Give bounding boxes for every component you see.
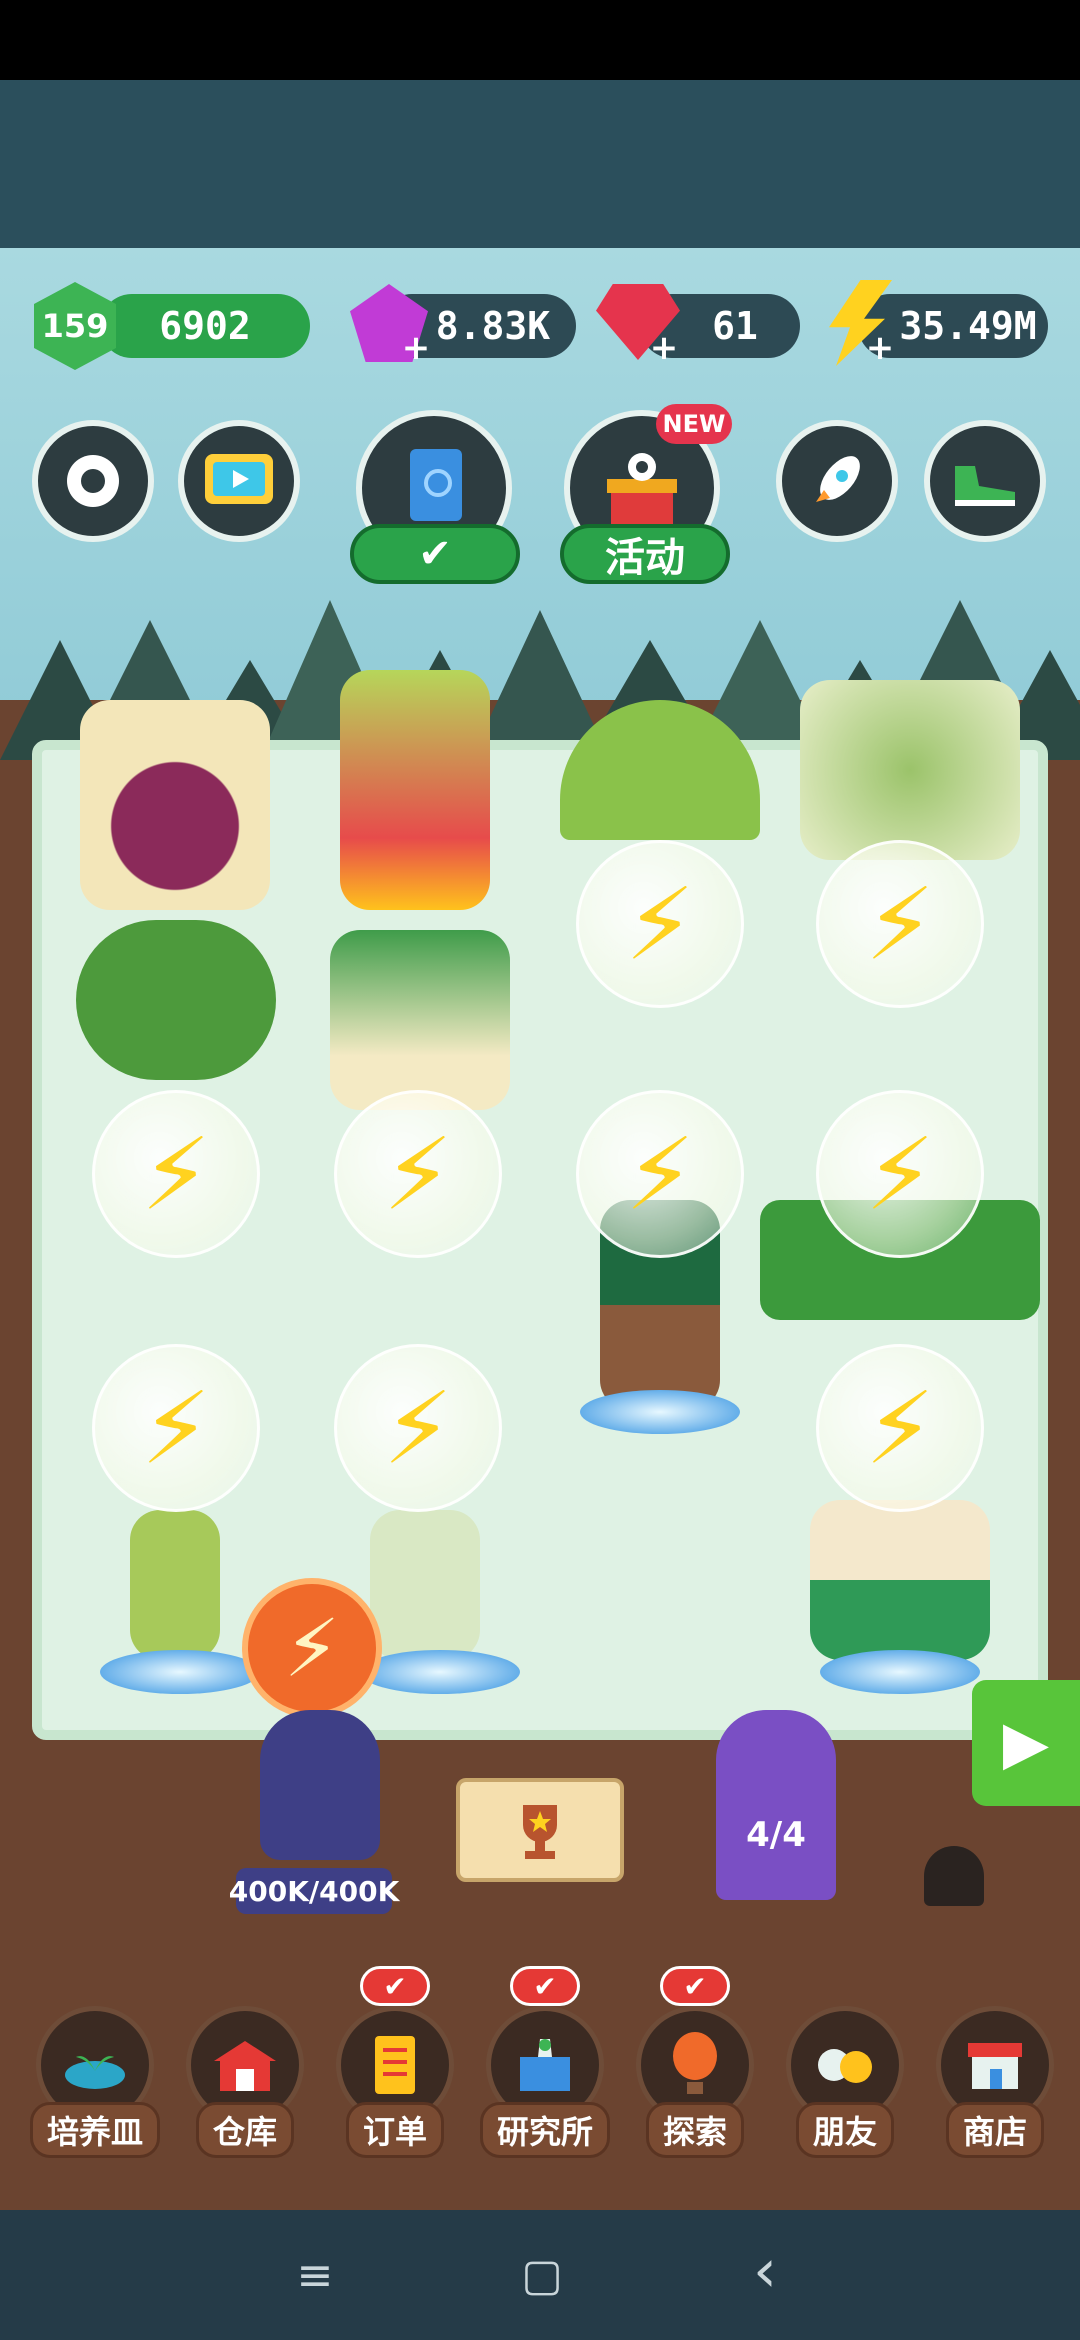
water-pad — [820, 1650, 980, 1694]
tv-icon — [205, 454, 273, 504]
settings-button[interactable] — [32, 420, 154, 542]
water-pad — [360, 1650, 520, 1694]
nav-label: 朋友 — [795, 2102, 894, 2158]
energy-bubble[interactable]: ⚡ — [816, 1090, 984, 1258]
menu-icon: ≡ — [296, 2249, 334, 2301]
energy-bubble[interactable]: ⚡ — [576, 1090, 744, 1258]
cabbage-plant — [810, 1500, 990, 1660]
nav-petri-dish[interactable]: 培养皿 — [30, 1966, 161, 2158]
rocket-button[interactable] — [776, 420, 898, 542]
portal-tower[interactable]: 4/4 — [716, 1710, 836, 1900]
energy-bubble[interactable]: ⚡ — [334, 1090, 502, 1258]
energy-bubble[interactable]: ⚡ — [816, 1344, 984, 1512]
bunny-plant — [340, 670, 490, 910]
nav-explore[interactable]: ✔ 探索 — [630, 1966, 760, 2158]
collect-energy-button[interactable]: ⚡ — [242, 1578, 382, 1718]
nav-orders[interactable]: ✔ 订单 — [330, 1966, 460, 2158]
status-bar — [0, 0, 1080, 80]
nav-lab[interactable]: ✔ 研究所 — [480, 1966, 611, 2158]
nav-label: 仓库 — [195, 2102, 294, 2158]
back-button[interactable]: ‹ — [740, 2236, 790, 2306]
event-label-button[interactable]: 活动 — [560, 524, 730, 584]
gear-icon — [67, 455, 119, 507]
book-check-button[interactable]: ✔ — [350, 524, 520, 584]
pepper-plant — [130, 1510, 220, 1660]
nav-label: 培养皿 — [30, 2102, 161, 2158]
book-icon — [410, 449, 462, 521]
energy-bubble[interactable]: ⚡ — [92, 1344, 260, 1512]
gems-value: 8.83K — [435, 304, 551, 348]
capacity-value: 400K/400K — [228, 1874, 400, 1908]
burrow-creature — [924, 1846, 984, 1906]
video-button[interactable] — [178, 420, 300, 542]
home-button[interactable]: ▢ — [512, 2240, 572, 2310]
onion-plant — [330, 930, 510, 1110]
nav-shop[interactable]: 商店 — [930, 1966, 1060, 2158]
add-gems-button[interactable]: + — [398, 328, 434, 368]
add-rubies-button[interactable]: + — [646, 328, 682, 368]
water-pad — [100, 1650, 260, 1694]
broccoli-plant — [76, 920, 276, 1080]
level-value: 159 — [41, 307, 109, 345]
new-badge-text: NEW — [662, 410, 726, 438]
back-icon: ‹ — [753, 2236, 777, 2306]
shoe-button[interactable] — [924, 420, 1046, 542]
bottom-menu: 培养皿 仓库 ✔ 订单 ✔ 研究所 ✔ 探索 朋友 商店 — [30, 1966, 1060, 2158]
nav-label: 研究所 — [480, 2102, 611, 2158]
orders-check-badge: ✔ — [360, 1966, 430, 2006]
check-icon: ✔ — [383, 1969, 407, 2003]
home-icon: ▢ — [521, 2249, 563, 2301]
add-energy-button[interactable]: + — [862, 328, 898, 368]
nav-friends[interactable]: 朋友 — [780, 1966, 910, 2158]
turnip-plant — [80, 700, 270, 910]
check-icon: ✔ — [418, 531, 452, 577]
rocket-icon — [816, 456, 860, 502]
energy-bubble-bolt: ⚡ — [864, 1115, 936, 1233]
coins-value: 6902 — [159, 304, 251, 348]
collect-energy-bolt: ⚡ — [283, 1601, 341, 1695]
portal-count: 4/4 — [746, 1815, 806, 1855]
energy-value: 35.49M — [899, 304, 1037, 348]
maid-character[interactable] — [260, 1710, 380, 1860]
rubies-value: 61 — [712, 304, 758, 348]
energy-bubble-bolt: ⚡ — [140, 1369, 212, 1487]
play-icon: ▶ — [1002, 1708, 1050, 1778]
energy-bubble[interactable]: ⚡ — [334, 1344, 502, 1512]
capacity-label: 400K/400K — [229, 1868, 399, 1914]
nav-label: 商店 — [945, 2102, 1044, 2158]
nav-label: 订单 — [345, 2102, 444, 2158]
new-badge: NEW — [656, 404, 732, 444]
energy-bubble-bolt: ⚡ — [140, 1115, 212, 1233]
menu-button[interactable]: ≡ — [290, 2240, 340, 2310]
energy-bubble-bolt: ⚡ — [864, 865, 936, 983]
white-flower-plant — [370, 1510, 480, 1660]
energy-bubble[interactable]: ⚡ — [92, 1090, 260, 1258]
lab-check-badge: ✔ — [510, 1966, 580, 2006]
energy-bubble-bolt: ⚡ — [624, 1115, 696, 1233]
flower-bush-plant — [800, 680, 1020, 860]
explore-check-badge: ✔ — [660, 1966, 730, 2006]
check-icon: ✔ — [683, 1969, 707, 2003]
energy-bubble-bolt: ⚡ — [382, 1369, 454, 1487]
top-band — [0, 80, 1080, 248]
sneaker-icon — [955, 466, 1015, 506]
nav-warehouse[interactable]: 仓库 — [180, 1966, 310, 2158]
event-label: 活动 — [605, 535, 685, 581]
gift-robot-icon — [607, 453, 677, 527]
check-icon: ✔ — [533, 1969, 557, 2003]
play-button[interactable]: ▶ — [972, 1680, 1080, 1806]
trophy-button[interactable] — [456, 1778, 624, 1882]
energy-bubble-bolt: ⚡ — [382, 1115, 454, 1233]
water-pad — [580, 1390, 740, 1434]
coins-counter: 6902 — [100, 294, 310, 358]
energy-bubble[interactable]: ⚡ — [816, 840, 984, 1008]
energy-bubble[interactable]: ⚡ — [576, 840, 744, 1008]
trophy-icon — [523, 1805, 557, 1859]
energy-bubble-bolt: ⚡ — [624, 865, 696, 983]
nav-label: 探索 — [645, 2102, 744, 2158]
energy-bubble-bolt: ⚡ — [864, 1369, 936, 1487]
